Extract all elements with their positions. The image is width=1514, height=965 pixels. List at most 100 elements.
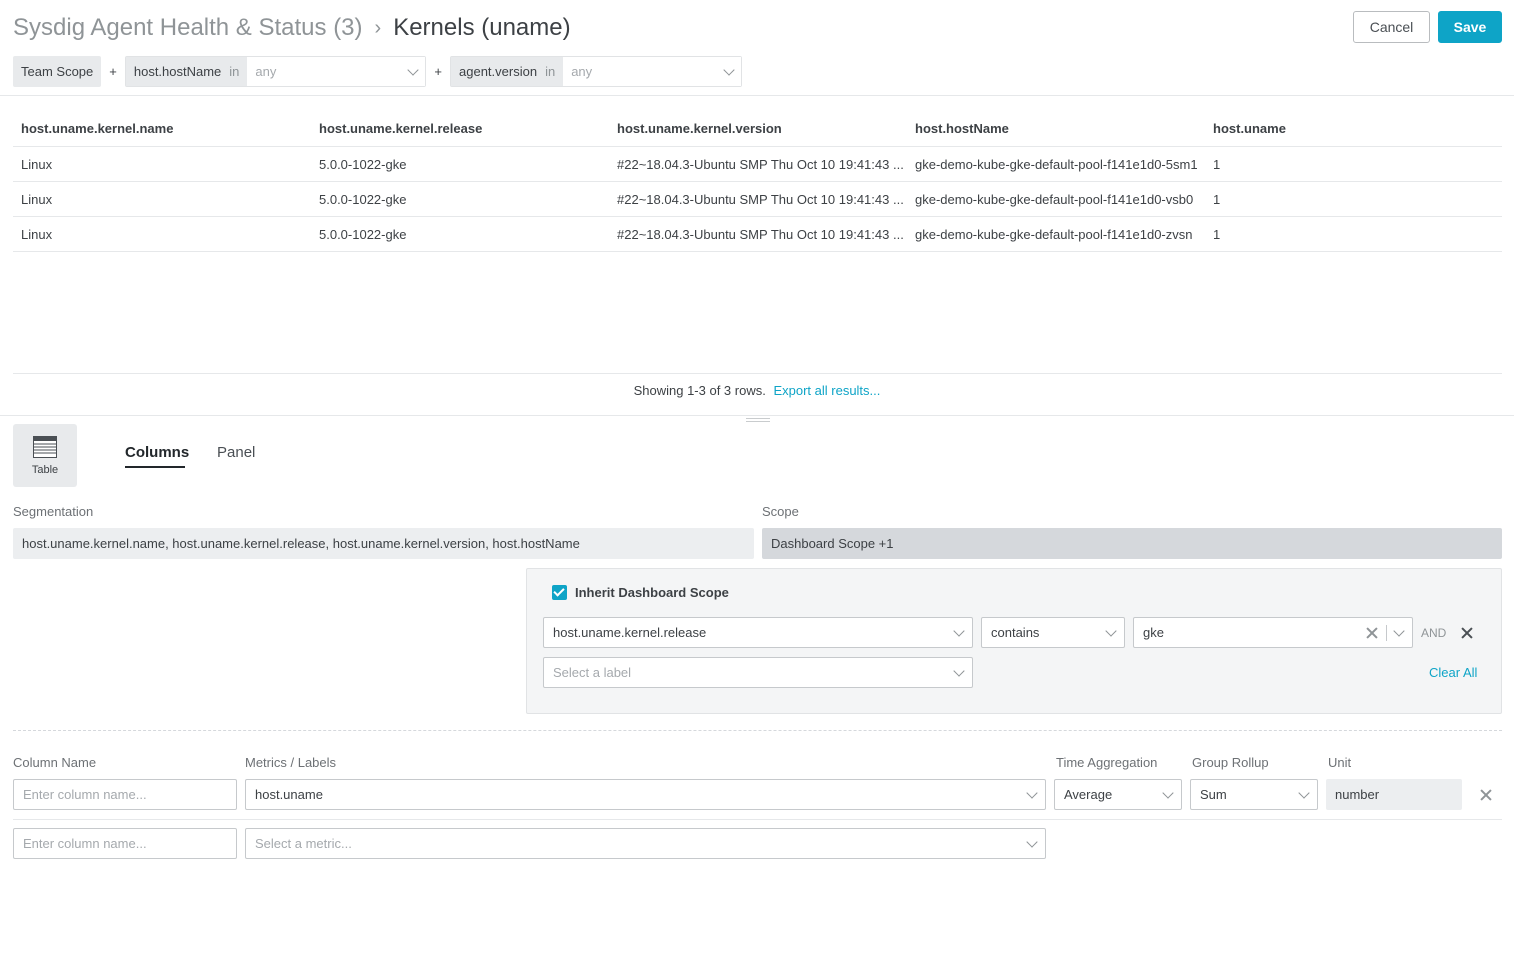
group-rollup-dropdown[interactable]: Sum bbox=[1190, 779, 1318, 810]
divider bbox=[0, 95, 1514, 96]
scope-plus: + bbox=[109, 64, 117, 79]
table-cell: #22~18.04.3-Ubuntu SMP Thu Oct 10 19:41:… bbox=[617, 191, 904, 207]
time-aggregation-header: Time Aggregation bbox=[1056, 755, 1158, 770]
chevron-down-icon bbox=[1393, 624, 1405, 637]
group-rollup-header: Group Rollup bbox=[1192, 755, 1269, 770]
group-rollup-value: Sum bbox=[1200, 787, 1227, 802]
column-header[interactable]: host.uname.kernel.release bbox=[311, 121, 609, 136]
column-name-placeholder: Enter column name... bbox=[23, 836, 147, 851]
resize-handle[interactable] bbox=[746, 418, 770, 422]
table-cell: 5.0.0-1022-gke bbox=[319, 191, 407, 207]
tab-panel[interactable]: Panel bbox=[217, 444, 255, 461]
table-cell: 1 bbox=[1213, 191, 1221, 207]
scope-filter-hostname: host.hostName in any bbox=[124, 56, 427, 87]
metrics-labels-header: Metrics / Labels bbox=[245, 755, 337, 770]
table-cell: Linux bbox=[21, 191, 53, 207]
scope-label: Scope bbox=[762, 504, 799, 519]
clear-all-link[interactable]: Clear All bbox=[1429, 665, 1477, 680]
table-cell: gke-demo-kube-gke-default-pool-f141e1d0-… bbox=[915, 226, 1193, 242]
clear-value-icon[interactable] bbox=[1366, 627, 1378, 639]
column-name-header: Column Name bbox=[13, 755, 97, 770]
table-cell: #22~18.04.3-Ubuntu SMP Thu Oct 10 19:41:… bbox=[617, 226, 904, 242]
scope-value-text: gke bbox=[1143, 625, 1164, 640]
chevron-down-icon bbox=[1026, 786, 1038, 799]
table-cell: gke-demo-kube-gke-default-pool-f141e1d0-… bbox=[915, 191, 1194, 207]
data-table: host.uname.kernel.name host.uname.kernel… bbox=[13, 110, 1502, 252]
chevron-down-icon bbox=[1026, 835, 1038, 848]
chevron-down-icon bbox=[953, 624, 965, 637]
table-cell: Linux bbox=[21, 226, 53, 242]
chevron-down-icon bbox=[1298, 786, 1310, 799]
unit-header: Unit bbox=[1328, 755, 1352, 770]
table-row[interactable]: Linux 5.0.0-1022-gke #22~18.04.3-Ubuntu … bbox=[13, 182, 1502, 217]
chevron-down-icon bbox=[723, 63, 735, 76]
time-aggregation-dropdown[interactable]: Average bbox=[1054, 779, 1182, 810]
column-header[interactable]: host.uname.kernel.version bbox=[609, 121, 907, 136]
page-title: Kernels (uname) bbox=[393, 14, 571, 41]
scope-filter-operator: in bbox=[229, 64, 240, 79]
select-label-dropdown[interactable]: Select a label bbox=[543, 657, 973, 688]
scope-field[interactable]: Dashboard Scope +1 bbox=[762, 528, 1502, 559]
scope-bar: Team Scope + host.hostName in any + agent… bbox=[13, 56, 743, 87]
metric-dropdown[interactable]: host.uname bbox=[245, 779, 1046, 810]
scope-label-dropdown[interactable]: host.uname.kernel.release bbox=[543, 617, 973, 648]
scope-filter-label: host.hostName bbox=[133, 64, 222, 79]
column-name-placeholder: Enter column name... bbox=[23, 787, 147, 802]
column-header[interactable]: host.uname.kernel.name bbox=[13, 121, 311, 136]
table-row[interactable]: Linux 5.0.0-1022-gke #22~18.04.3-Ubuntu … bbox=[13, 147, 1502, 182]
remove-filter-icon[interactable] bbox=[1461, 627, 1473, 639]
table-cell: 5.0.0-1022-gke bbox=[319, 226, 407, 242]
metric-dropdown[interactable]: Select a metric... bbox=[245, 828, 1046, 859]
select-label-placeholder: Select a label bbox=[553, 665, 632, 680]
inherit-scope-checkbox[interactable] bbox=[552, 585, 567, 600]
table-header-row: host.uname.kernel.name host.uname.kernel… bbox=[13, 110, 1502, 147]
divider bbox=[13, 373, 1502, 374]
viz-type-label: Table bbox=[31, 463, 59, 476]
column-header[interactable]: host.hostName bbox=[907, 121, 1205, 136]
column-header[interactable]: host.uname bbox=[1205, 121, 1502, 136]
chevron-down-icon bbox=[1162, 786, 1174, 799]
and-label: AND bbox=[1421, 626, 1447, 640]
chevron-down-icon bbox=[953, 664, 965, 677]
table-cell: Linux bbox=[21, 156, 53, 172]
chevron-down-icon bbox=[1105, 624, 1117, 637]
column-name-input[interactable]: Enter column name... bbox=[13, 779, 237, 810]
segmentation-field[interactable]: host.uname.kernel.name, host.uname.kerne… bbox=[13, 528, 754, 559]
tab-columns[interactable]: Columns bbox=[125, 444, 189, 461]
scope-filter-value-dropdown[interactable]: any bbox=[247, 57, 426, 86]
unit-field[interactable]: number bbox=[1326, 779, 1462, 810]
segmentation-label: Segmentation bbox=[13, 504, 94, 519]
breadcrumb: Sysdig Agent Health & Status (3) › Kerne… bbox=[13, 12, 571, 44]
scope-filter-value: any bbox=[571, 64, 593, 79]
scope-operator-dropdown[interactable]: contains bbox=[981, 617, 1125, 648]
inherit-scope-label: Inherit Dashboard Scope bbox=[575, 585, 729, 600]
divider bbox=[13, 730, 1502, 731]
table-icon bbox=[33, 435, 57, 458]
cancel-button[interactable]: Cancel bbox=[1353, 11, 1430, 43]
remove-column-icon[interactable] bbox=[1480, 789, 1492, 801]
chevron-down-icon bbox=[407, 63, 420, 76]
scope-operator-value: contains bbox=[991, 625, 1040, 640]
scope-value-input[interactable]: gke bbox=[1133, 617, 1413, 648]
column-name-input[interactable]: Enter column name... bbox=[13, 828, 237, 859]
metric-placeholder: Select a metric... bbox=[255, 836, 352, 851]
row-count-text: Showing 1-3 of 3 rows. bbox=[633, 383, 766, 398]
scope-filter-value-dropdown[interactable]: any bbox=[563, 57, 742, 86]
viz-type-table-button[interactable]: Table bbox=[13, 424, 77, 487]
breadcrumb-parent[interactable]: Sysdig Agent Health & Status (3) bbox=[13, 14, 363, 42]
divider bbox=[13, 819, 1502, 820]
table-row[interactable]: Linux 5.0.0-1022-gke #22~18.04.3-Ubuntu … bbox=[13, 217, 1502, 252]
scope-filter-label: agent.version bbox=[459, 64, 538, 79]
table-footer: Showing 1-3 of 3 rows. Export all result… bbox=[0, 383, 1514, 398]
save-button[interactable]: Save bbox=[1438, 11, 1502, 43]
divider bbox=[0, 415, 1514, 416]
tab-active-indicator bbox=[125, 466, 185, 468]
scope-filter-value: any bbox=[255, 64, 277, 79]
table-cell: #22~18.04.3-Ubuntu SMP Thu Oct 10 19:41:… bbox=[617, 156, 904, 172]
time-aggregation-value: Average bbox=[1064, 787, 1113, 802]
chevron-right-icon: › bbox=[374, 16, 382, 39]
team-scope-chip[interactable]: Team Scope bbox=[13, 56, 102, 87]
scope-plus: + bbox=[434, 64, 443, 79]
scope-label-value: host.uname.kernel.release bbox=[553, 625, 707, 640]
export-link[interactable]: Export all results... bbox=[773, 383, 880, 398]
